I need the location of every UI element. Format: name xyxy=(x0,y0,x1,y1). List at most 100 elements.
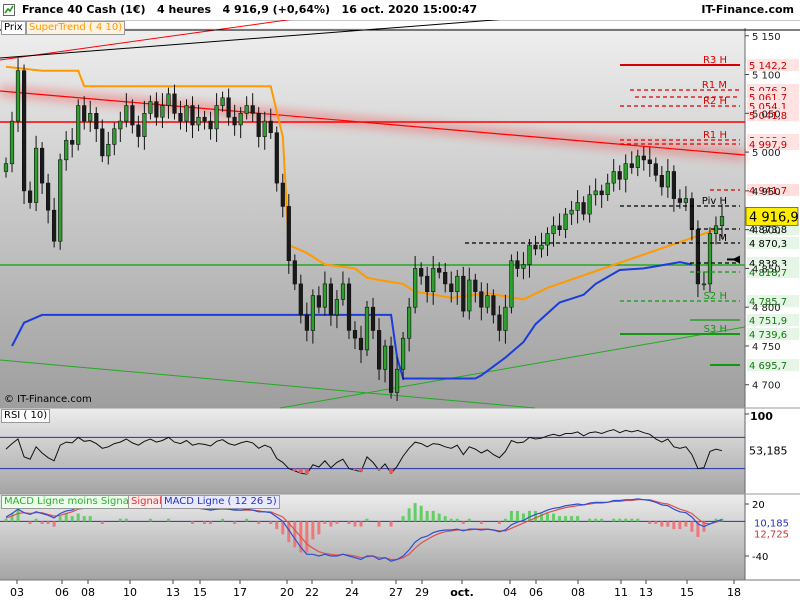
candle-body xyxy=(635,155,640,168)
chart-canvas[interactable]: R3 H5 142,2R1 M5 076,25 061,7R2 H5 054,1… xyxy=(0,20,800,600)
x-tick-label: 06 xyxy=(529,586,543,599)
candle-body xyxy=(274,132,279,184)
candle-body xyxy=(406,306,412,339)
pivot-name: R1 H xyxy=(703,130,727,141)
candle-body xyxy=(671,171,676,199)
candle-body xyxy=(653,163,658,176)
candle-body xyxy=(106,144,111,157)
x-tick-label: 24 xyxy=(345,586,359,599)
candle-body xyxy=(665,171,670,188)
candle-body xyxy=(473,279,478,292)
pivot-value: 4 751,9 xyxy=(749,316,787,327)
candle-body xyxy=(485,295,490,308)
legend-supertrend[interactable]: SuperTrend ( 4 10) xyxy=(26,21,126,35)
candle-body xyxy=(497,314,502,331)
candle-body xyxy=(683,198,688,203)
candle-body xyxy=(70,140,75,145)
pivot-name: R1 M xyxy=(702,80,727,91)
candle-body xyxy=(256,113,261,137)
x-tick-label: oct. xyxy=(450,586,474,599)
pivot-name: R2 H xyxy=(703,96,727,107)
x-tick-label: 13 xyxy=(166,586,180,599)
candle-body xyxy=(100,128,105,157)
candle-body xyxy=(154,101,159,118)
legend-macd-signal[interactable]: Signal xyxy=(128,495,165,509)
site-name: IT-Finance.com xyxy=(701,3,794,16)
candle-body xyxy=(322,283,328,308)
legend-prix[interactable]: Prix xyxy=(1,21,26,35)
x-tick-label: 17 xyxy=(233,586,247,599)
pivot-name: S2 H xyxy=(704,291,727,302)
pivot-name: Piv H xyxy=(702,196,727,207)
chart-title: France 40 Cash (1€) 4 heures 4 916,9 (+0… xyxy=(22,3,478,16)
it-finance-logo-icon xyxy=(3,4,15,16)
candle-body xyxy=(419,268,424,277)
candle-body xyxy=(58,159,63,242)
candle-body xyxy=(581,202,586,215)
macd-tick-label: 20 xyxy=(752,500,765,511)
candle-body xyxy=(262,120,267,137)
candle-body xyxy=(118,120,123,130)
candle-body xyxy=(515,260,520,269)
candle-body xyxy=(51,209,57,242)
macd-value: 10,185 xyxy=(754,519,789,530)
candle-body xyxy=(196,116,201,126)
candle-body xyxy=(160,105,165,118)
candle-body xyxy=(467,279,472,312)
candle-body xyxy=(437,268,442,273)
candle-body xyxy=(172,93,177,114)
candle-body xyxy=(9,120,15,165)
y-tick-label: 5 100 xyxy=(752,71,781,82)
legend-rsi[interactable]: RSI ( 10) xyxy=(1,409,51,423)
candle-body xyxy=(533,244,538,250)
x-tick-label: 03 xyxy=(10,586,24,599)
candle-body xyxy=(3,163,9,172)
candle-body xyxy=(238,113,243,126)
candle-body xyxy=(112,128,117,145)
candle-body xyxy=(166,93,171,106)
candle-body xyxy=(605,182,610,196)
rsi-value: 53,185 xyxy=(749,445,788,458)
candle-body xyxy=(695,229,700,285)
x-tick-label: 27 xyxy=(389,586,403,599)
y-tick-label: 4 800 xyxy=(752,303,781,314)
candle-body xyxy=(551,225,556,234)
candle-body xyxy=(346,283,352,331)
y-tick-label: 4 950 xyxy=(752,187,781,198)
candle-body xyxy=(689,198,694,230)
candle-body xyxy=(94,113,99,130)
candle-body xyxy=(623,163,628,180)
candle-body xyxy=(641,155,646,161)
candle-body xyxy=(455,275,460,293)
candle-body xyxy=(563,213,568,230)
candle-body xyxy=(21,70,27,192)
x-tick-label: 06 xyxy=(55,586,69,599)
candle-body xyxy=(250,105,255,114)
candle-body xyxy=(190,105,195,126)
candle-body xyxy=(232,116,237,126)
candle-body xyxy=(587,194,592,215)
candle-body xyxy=(413,268,418,308)
candle-body xyxy=(593,190,598,196)
x-tick-label: 11 xyxy=(614,586,628,599)
candle-body xyxy=(334,299,340,316)
x-tick-label: 18 xyxy=(727,586,741,599)
candle-body xyxy=(33,147,39,203)
candle-body xyxy=(226,97,231,118)
candle-body xyxy=(707,233,713,285)
candle-body xyxy=(27,190,33,203)
candle-body xyxy=(45,182,51,211)
legend-macd-line[interactable]: MACD Ligne ( 12 26 5) xyxy=(161,495,280,509)
rsi-top-tick: 100 xyxy=(750,410,773,423)
pivot-value: 4 870,3 xyxy=(749,239,787,250)
candle-body xyxy=(629,163,634,168)
x-tick-label: 08 xyxy=(81,586,95,599)
candle-body xyxy=(364,306,370,351)
legend-macd-hist[interactable]: MACD Ligne moins Signal xyxy=(1,495,135,509)
candle-body xyxy=(304,314,310,331)
candle-body xyxy=(400,337,406,370)
candle-body xyxy=(509,260,514,308)
candle-body xyxy=(569,209,574,215)
pivot-name: M xyxy=(718,233,727,244)
candle-body xyxy=(268,120,273,133)
